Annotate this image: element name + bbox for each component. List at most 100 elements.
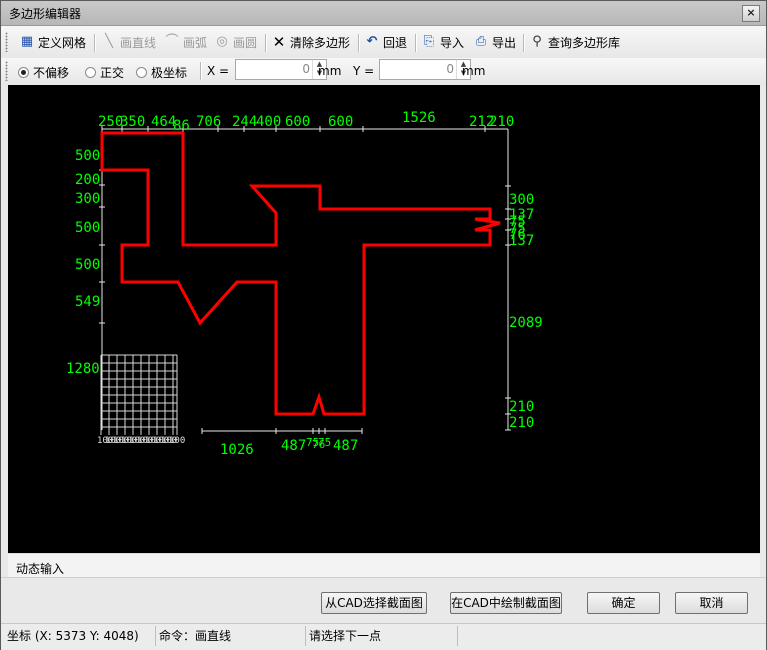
toolbar-separator [94, 34, 96, 52]
dim-label: 1280 [66, 361, 100, 377]
define-grid-button[interactable]: ▦ 定义网格 [19, 32, 86, 52]
query-library-label: 查询多边形库 [548, 35, 621, 50]
radio-dot-checked [18, 67, 29, 78]
dim-label: 600 [328, 114, 353, 130]
dim-label: 600 [285, 114, 310, 130]
clear-x-icon: ✕ [272, 33, 286, 51]
query-library-button[interactable]: ⚲ 查询多边形库 [529, 32, 620, 52]
x-value: 0 [302, 62, 310, 76]
no-offset-radio[interactable]: 不偏移 [18, 64, 69, 81]
top-dimension-labels: 250 350 464 86 706 244 400 600 600 1526 … [98, 110, 514, 134]
clear-polygon-button[interactable]: ✕ 清除多边形 [271, 32, 350, 52]
grid-label: 100 [169, 436, 185, 446]
circle-icon: ◎ [216, 34, 228, 49]
undo-button[interactable]: ↶ 回退 [364, 32, 407, 52]
dim-label: 2089 [509, 315, 543, 331]
draw-arc-button[interactable]: ⌒ 画弧 [164, 32, 207, 52]
drawing-canvas[interactable]: 250 350 464 86 706 244 400 600 600 1526 … [8, 85, 760, 553]
import-icon: ⎘ [423, 34, 435, 49]
dim-label: 500 [75, 257, 100, 273]
right-dimension-labels: 300 137 75 75 76 137 2089 210 210 [509, 192, 543, 431]
window-title: 多边形编辑器 [9, 7, 82, 21]
import-label: 导入 [440, 35, 465, 50]
y-input[interactable]: 0 ▲ ▼ [379, 59, 471, 80]
y-value: 0 [446, 62, 454, 76]
dim-label: 487 [333, 438, 358, 454]
dim-label: 200 [75, 172, 100, 188]
section-polygon[interactable] [100, 131, 501, 416]
dim-label: 500 [75, 148, 100, 164]
radio-dot [136, 67, 147, 78]
select-from-cad-button[interactable]: 从CAD选择截面图 [321, 592, 427, 614]
status-coordinates: 坐标 (X: 5373 Y: 4048) [4, 626, 156, 646]
dynamic-input-bar[interactable]: 动态输入 [8, 553, 760, 578]
toolbar-separator [200, 62, 202, 80]
draw-in-cad-button[interactable]: 在CAD中绘制截面图 [450, 592, 562, 614]
toolbar-separator [358, 34, 360, 52]
dim-label: 300 [509, 192, 534, 208]
dim-label: 86 [173, 118, 190, 134]
status-prompt: 请选择下一点 [306, 626, 458, 646]
dim-label: 244 [232, 114, 257, 130]
draw-circle-label: 画圆 [233, 35, 258, 50]
dim-label: 137 [509, 233, 534, 249]
export-icon: ⎙ [475, 34, 487, 49]
define-grid-label: 定义网格 [38, 35, 87, 50]
close-button[interactable]: × [742, 5, 760, 22]
dim-label: 1026 [220, 442, 254, 458]
main-toolbar: ▦ 定义网格 ╲ 画直线 ⌒ 画弧 ◎ 画圆 ✕ 清除多边形 ↶ 回退 ⎘ 导入 [1, 26, 766, 59]
dim-label: 1526 [402, 110, 436, 126]
dim-label: 210 [509, 399, 534, 415]
dimension-lines [99, 126, 511, 434]
x-label: X = [207, 64, 230, 78]
options-toolbar: 不偏移 正交 极坐标 X = 0 ▲ ▼ mm Y = 0 ▲ ▼ mm [1, 58, 766, 85]
reference-grid [100, 354, 178, 435]
status-command: 命令：画直线 [156, 626, 306, 646]
export-label: 导出 [492, 35, 517, 50]
ortho-radio[interactable]: 正交 [85, 64, 124, 81]
dim-label: 75 [318, 436, 331, 449]
dim-label: 549 [75, 294, 100, 310]
draw-line-label: 画直线 [120, 35, 157, 50]
draw-line-button[interactable]: ╲ 画直线 [101, 32, 156, 52]
cancel-button[interactable]: 取消 [675, 592, 748, 614]
title-bar: 多边形编辑器 × [1, 1, 766, 26]
toolbar-separator [265, 34, 267, 52]
left-dimension-labels: 500 200 300 500 500 549 1280 [66, 148, 100, 377]
dim-label: 300 [75, 191, 100, 207]
dim-label: 706 [196, 114, 221, 130]
drawing-svg[interactable]: 250 350 464 86 706 244 400 600 600 1526 … [8, 85, 760, 553]
polygon-editor-window: 多边形编辑器 × ▦ 定义网格 ╲ 画直线 ⌒ 画弧 ◎ 画圆 ✕ 清除多边形 … [0, 0, 767, 650]
tick-marks [99, 126, 511, 434]
toolbar-separator [523, 34, 525, 52]
button-row: 从CAD选择截面图 在CAD中绘制截面图 确定 取消 [1, 577, 766, 624]
toolbar-grip[interactable] [5, 61, 8, 81]
toolbar-grip[interactable] [5, 32, 8, 52]
radio-dot [85, 67, 96, 78]
x-input[interactable]: 0 ▲ ▼ [235, 59, 327, 80]
dynamic-input-label: 动态输入 [16, 562, 65, 576]
toolbar-separator [415, 34, 417, 52]
draw-circle-button[interactable]: ◎ 画圆 [214, 32, 257, 52]
magnifier-icon: ⚲ [532, 34, 542, 49]
dim-label: 210 [509, 415, 534, 431]
clear-polygon-label: 清除多边形 [290, 35, 351, 50]
dim-label: 400 [256, 114, 281, 130]
export-button[interactable]: ⎙ 导出 [473, 32, 516, 52]
dim-label: 350 [120, 114, 145, 130]
dim-label: 210 [489, 114, 514, 130]
undo-label: 回退 [383, 35, 408, 50]
ok-button[interactable]: 确定 [587, 592, 660, 614]
bottom-dimension-labels: 1026 487 75 76 75 487 [220, 436, 358, 458]
grid-scale-labels: 100 100 100 100 100 100 100 100 100 100 [97, 436, 185, 446]
line-icon: ╲ [105, 34, 113, 49]
dim-label: 500 [75, 220, 100, 236]
grid-icon: ▦ [20, 34, 34, 49]
ortho-label: 正交 [100, 66, 125, 80]
polar-label: 极坐标 [151, 66, 188, 80]
y-unit: mm [462, 64, 486, 78]
polar-radio[interactable]: 极坐标 [136, 64, 187, 81]
import-button[interactable]: ⎘ 导入 [421, 32, 464, 52]
undo-icon: ↶ [366, 34, 378, 49]
draw-arc-label: 画弧 [183, 35, 208, 50]
